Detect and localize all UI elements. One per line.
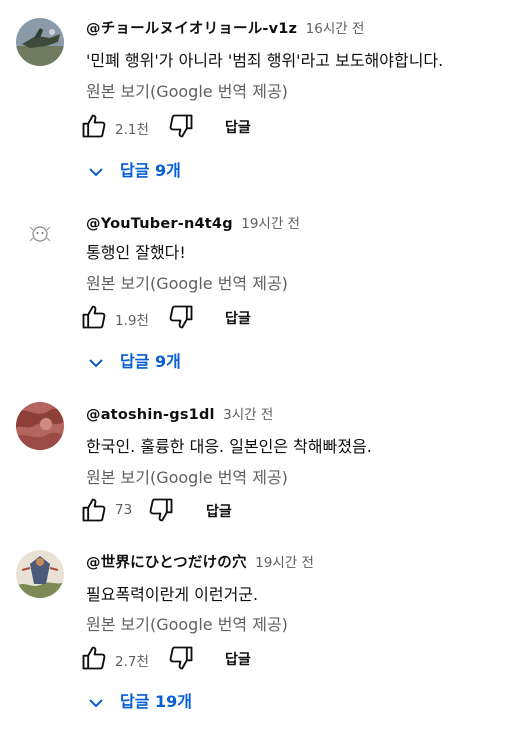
comment-author[interactable]: @チョールヌイオリョール-v1z: [86, 21, 297, 37]
comment-author[interactable]: @atoshin-gs1dl: [86, 407, 215, 423]
comment-author[interactable]: @YouTuber-n4t4g: [86, 216, 233, 232]
comment-actions: 2.1천 답글: [80, 112, 380, 142]
see-original-link[interactable]: 원본 보기(Google 번역 제공): [86, 611, 288, 635]
reply-button[interactable]: 답글: [206, 501, 232, 521]
see-original-link[interactable]: 원본 보기(Google 번역 제공): [86, 464, 288, 488]
comment-author[interactable]: @世界にひとつだけの穴: [86, 555, 247, 571]
replies-count-label: 답글 19개: [120, 692, 192, 711]
like-count: 1.9천: [115, 313, 149, 329]
comment-text: 통행인 잘했다!: [86, 243, 186, 262]
view-replies-button[interactable]: 답글 9개: [86, 348, 181, 378]
comment-text: '민폐 행위'가 아니라 '범죄 행위'라고 보도해야합니다.: [86, 51, 444, 70]
comment-header: @atoshin-gs1dl 3시간 전: [86, 403, 273, 423]
comment-text: 필요폭력이란게 이런거군.: [86, 585, 259, 604]
thumbs-up-icon[interactable]: [80, 303, 108, 331]
replies-count-label: 답글 9개: [120, 161, 181, 180]
view-replies-button[interactable]: 답글 19개: [86, 688, 192, 718]
see-original-link[interactable]: 원본 보기(Google 번역 제공): [86, 78, 288, 102]
avatar[interactable]: [16, 402, 64, 450]
avatar[interactable]: [16, 210, 64, 258]
see-original-link[interactable]: 원본 보기(Google 번역 제공): [86, 270, 288, 294]
comment-text: 한국인. 훌륭한 대응. 일본인은 착해빠졌음.: [86, 437, 372, 456]
avatar[interactable]: [16, 550, 64, 598]
comment-header: @チョールヌイオリョール-v1z 16시간 전: [86, 17, 364, 38]
comment-time[interactable]: 19시간 전: [255, 555, 314, 571]
comment-actions: 73 답글: [80, 496, 380, 526]
comment-time[interactable]: 3시간 전: [223, 407, 273, 423]
reply-button[interactable]: 답글: [225, 649, 251, 669]
chevron-down-icon: [86, 356, 106, 370]
thumbs-down-icon[interactable]: [167, 112, 195, 140]
chevron-down-icon: [86, 696, 106, 710]
like-count: 2.7천: [115, 654, 149, 670]
avatar[interactable]: [16, 18, 64, 66]
chevron-down-icon: [86, 165, 106, 179]
thumbs-down-icon[interactable]: [167, 644, 195, 672]
replies-count-label: 답글 9개: [120, 352, 181, 371]
like-count: 73: [115, 502, 133, 518]
comment-actions: 2.7천 답글: [80, 644, 380, 674]
thumbs-up-icon[interactable]: [80, 644, 108, 672]
comment-header: @世界にひとつだけの穴 19시간 전: [86, 551, 314, 572]
reply-button[interactable]: 답글: [225, 117, 251, 137]
reply-button[interactable]: 답글: [225, 308, 251, 328]
thumbs-down-icon[interactable]: [147, 496, 175, 524]
view-replies-button[interactable]: 답글 9개: [86, 157, 181, 187]
comment-actions: 1.9천 답글: [80, 303, 380, 333]
comment-header: @YouTuber-n4t4g 19시간 전: [86, 212, 300, 232]
comment-time[interactable]: 19시간 전: [241, 216, 300, 232]
like-count: 2.1천: [115, 122, 149, 138]
comment-time[interactable]: 16시간 전: [306, 21, 365, 37]
thumbs-down-icon[interactable]: [167, 303, 195, 331]
thumbs-up-icon[interactable]: [80, 112, 108, 140]
thumbs-up-icon[interactable]: [80, 496, 108, 524]
